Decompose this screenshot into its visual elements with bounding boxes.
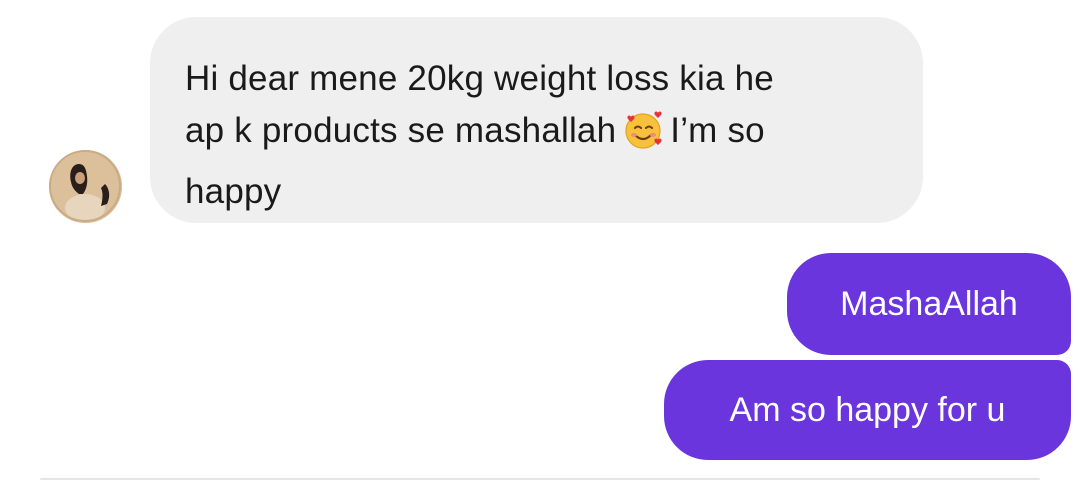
- smiling-face-with-hearts-icon: [622, 109, 664, 166]
- avatar-photo-icon: [49, 150, 122, 223]
- incoming-line-2-end: I’m so: [670, 111, 765, 150]
- incoming-message-bubble[interactable]: Hi dear mene 20kg weight loss kia he ap …: [150, 17, 923, 223]
- composer-divider: [40, 478, 1040, 480]
- outgoing-message-text-1: MashaAllah: [840, 284, 1018, 323]
- incoming-line-2-start: ap k products se mashallah: [185, 111, 617, 150]
- incoming-message-text: Hi dear mene 20kg weight loss kia he ap …: [185, 53, 883, 218]
- incoming-line-3: happy: [185, 172, 282, 211]
- outgoing-message-bubble-2[interactable]: Am so happy for u: [664, 360, 1071, 460]
- outgoing-message-text-2: Am so happy for u: [729, 390, 1006, 429]
- outgoing-message-bubble-1[interactable]: MashaAllah: [787, 253, 1071, 355]
- sender-avatar[interactable]: [49, 150, 122, 223]
- chat-thread: Hi dear mene 20kg weight loss kia he ap …: [0, 0, 1080, 485]
- incoming-line-1: Hi dear mene 20kg weight loss kia he: [185, 59, 774, 98]
